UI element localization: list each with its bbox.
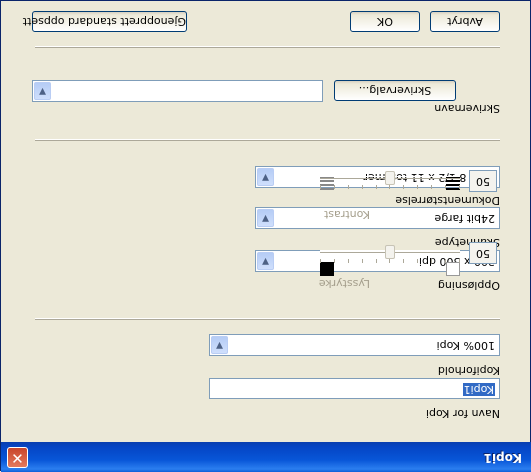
slider-tick (362, 259, 363, 263)
slider-tick (348, 185, 349, 189)
contrast-slider-thumb[interactable] (385, 171, 395, 185)
brightness-slider-thumb[interactable] (385, 245, 395, 259)
separator-scan (35, 139, 500, 141)
brightness-label: Lysstyrke (318, 277, 370, 290)
copy-ratio-label: Kopiforhold (437, 364, 500, 377)
slider-tick (417, 185, 418, 189)
chevron-down-icon[interactable]: ▼ (257, 252, 274, 270)
separator-top (35, 46, 500, 48)
contrast-label: Kontrast (324, 208, 370, 221)
slider-tick (403, 185, 404, 189)
slider-tick (334, 185, 335, 189)
slider-tick (320, 185, 321, 189)
slider-tick (445, 259, 446, 263)
slider-tick (389, 185, 390, 189)
slider-tick (376, 259, 377, 263)
brightness-low-icon (320, 262, 334, 276)
separator-copy (35, 318, 500, 320)
dialog-rotated-content: Kopi1 ✕ Navn for Kopi Kopi1 Kopiforhold … (1, 1, 531, 472)
title-bar[interactable]: Kopi1 ✕ (1, 442, 531, 472)
ok-button[interactable]: OK (350, 11, 420, 32)
printer-name-label: Skrivernavn (434, 102, 500, 115)
contrast-slider[interactable] (320, 167, 460, 189)
brightness-high-icon (446, 262, 460, 276)
scan-type-value: 24bit farge (434, 212, 495, 225)
slider-tick (334, 259, 335, 263)
copy-ratio-select[interactable]: 100% Kopi ▼ (209, 334, 500, 356)
slider-tick (348, 259, 349, 263)
resolution-label: Oppløsning (437, 279, 500, 292)
document-size-label: Dokumentstørrelse (395, 194, 500, 207)
slider-tick (445, 185, 446, 189)
dialog-window: Kopi1 ✕ Navn for Kopi Kopi1 Kopiforhold … (0, 0, 531, 472)
slider-tick (403, 259, 404, 263)
contrast-value-box: 50 (469, 170, 497, 192)
slider-tick (376, 185, 377, 189)
printer-name-select[interactable]: ▼ (32, 80, 323, 102)
brightness-slider[interactable] (320, 241, 460, 263)
chevron-down-icon[interactable]: ▼ (257, 209, 274, 227)
window-title: Kopi1 (483, 451, 522, 465)
copy-name-input[interactable]: Kopi1 (209, 378, 500, 399)
copy-ratio-value: 100% Kopi (436, 339, 495, 352)
slider-tick (417, 259, 418, 263)
slider-tick (389, 259, 390, 263)
restore-defaults-button[interactable]: Gjenopprett standard oppsett (23, 11, 187, 32)
chevron-down-icon[interactable]: ▼ (257, 168, 274, 186)
slider-tick (459, 259, 460, 263)
brightness-value-box: 50 (469, 242, 497, 264)
slider-tick (320, 259, 321, 263)
copy-name-label: Navn for Kopi (425, 407, 500, 420)
printer-select-button[interactable]: Skrivervalg... (334, 80, 456, 101)
cancel-button[interactable]: Avbryt (430, 11, 500, 32)
close-icon: ✕ (11, 449, 24, 467)
chevron-down-icon[interactable]: ▼ (34, 82, 51, 100)
copy-name-value: Kopi1 (462, 383, 495, 396)
scan-type-select[interactable]: 24bit farge ▼ (255, 207, 500, 229)
slider-tick (431, 259, 432, 263)
close-button[interactable]: ✕ (7, 447, 28, 468)
slider-tick (459, 185, 460, 189)
chevron-down-icon[interactable]: ▼ (211, 336, 228, 354)
slider-tick (431, 185, 432, 189)
slider-tick (362, 185, 363, 189)
